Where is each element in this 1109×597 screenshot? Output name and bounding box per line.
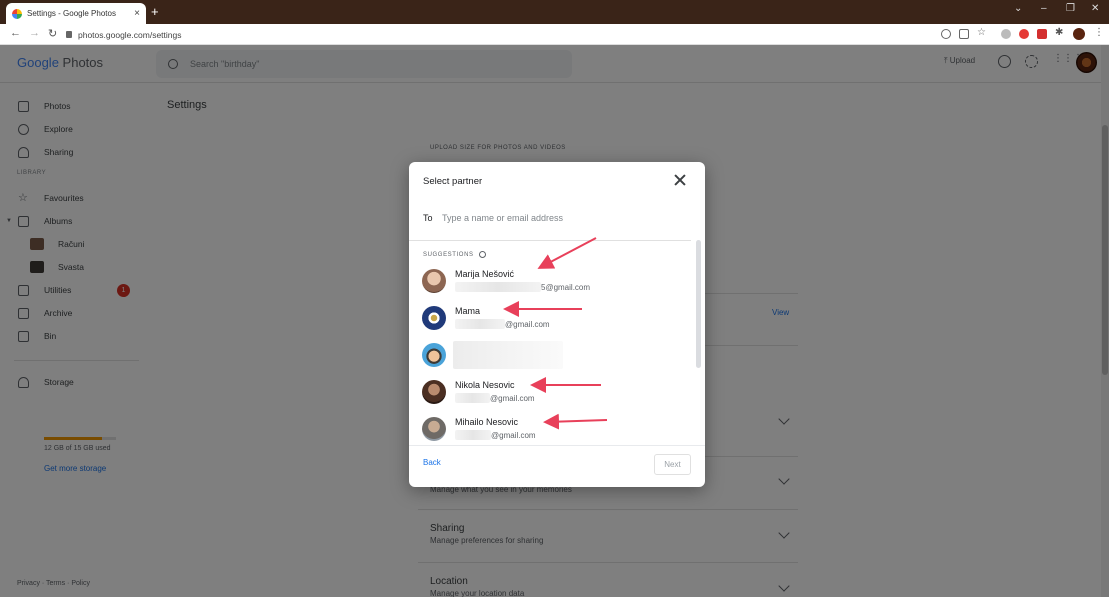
suggestion-email-suffix: @gmail.com	[490, 393, 535, 403]
dialog-footer-divider	[409, 445, 705, 446]
dialog-title: Select partner	[423, 176, 483, 187]
suggestion-item[interactable]: Nikola Nesovic @gmail.com	[409, 373, 691, 409]
google-lens-icon[interactable]	[941, 29, 951, 39]
suggestion-item[interactable]: Mama @gmail.com	[409, 299, 691, 335]
suggestions-header: SUGGESTIONS	[423, 251, 486, 258]
avatar	[422, 306, 446, 330]
back-arrow-icon[interactable]: ←	[10, 27, 21, 39]
url-field[interactable]: photos.google.com/settings	[66, 27, 181, 42]
share-icon[interactable]	[959, 29, 969, 39]
close-icon[interactable]	[673, 173, 687, 187]
address-bar: ← → ↻ photos.google.com/settings ☆ ✱ ⋮	[0, 24, 1109, 45]
profile-avatar-icon[interactable]	[1073, 28, 1085, 40]
suggestion-email: @gmail.com	[455, 319, 550, 329]
forward-arrow-icon[interactable]: →	[29, 27, 40, 39]
next-button[interactable]: Next	[654, 454, 691, 475]
extension-icon[interactable]	[1001, 29, 1011, 39]
browser-tab[interactable]: Settings - Google Photos ×	[6, 3, 146, 24]
suggestion-item[interactable]	[409, 336, 691, 372]
suggestion-email-suffix: @gmail.com	[505, 319, 550, 329]
suggestion-name: Nikola Nesovic	[455, 380, 515, 390]
suggestion-email: @gmail.com	[455, 393, 535, 403]
redacted-block	[455, 319, 505, 329]
avatar	[422, 269, 446, 293]
redacted-block	[455, 430, 491, 440]
suggestion-item[interactable]: Mihailo Nesovic @gmail.com	[409, 410, 691, 446]
suggestions-scrollbar[interactable]	[696, 240, 701, 368]
redacted-block	[455, 393, 490, 403]
close-window-button[interactable]: ✕	[1091, 3, 1099, 14]
pdf-extension-icon[interactable]	[1037, 29, 1047, 39]
back-button[interactable]: Back	[423, 458, 441, 467]
redacted-block	[453, 341, 563, 369]
recipient-input[interactable]	[442, 209, 682, 227]
google-photos-favicon-icon	[12, 8, 22, 19]
to-label: To	[423, 213, 433, 223]
suggestion-name: Mihailo Nesovic	[455, 417, 519, 427]
avatar	[422, 343, 446, 367]
input-divider	[409, 240, 691, 241]
avatar	[422, 380, 446, 404]
url-text: photos.google.com/settings	[78, 29, 182, 40]
suggestion-item[interactable]: Marija Nešović 5@gmail.com	[409, 262, 691, 298]
suggestion-email-suffix: 5@gmail.com	[541, 282, 591, 292]
adblock-icon[interactable]	[1019, 29, 1029, 39]
suggestion-name: Marija Nešović	[455, 269, 515, 279]
tab-title: Settings - Google Photos	[27, 9, 116, 18]
tab-close-icon[interactable]: ×	[134, 8, 140, 19]
suggestion-email: @gmail.com	[455, 430, 536, 440]
lock-icon	[66, 31, 72, 38]
suggestion-name: Mama	[455, 306, 481, 316]
select-partner-dialog: Select partner To SUGGESTIONS Marija Neš…	[409, 162, 705, 487]
minimize-button[interactable]: –	[1041, 3, 1047, 14]
suggestions-label: SUGGESTIONS	[423, 251, 474, 258]
avatar	[422, 417, 446, 441]
redacted-block	[455, 282, 541, 292]
reload-icon[interactable]: ↻	[48, 27, 57, 40]
browser-tab-bar: Settings - Google Photos × + ⌄ – ❐ ✕	[0, 0, 1109, 24]
browser-menu-icon[interactable]: ⋮	[1094, 27, 1104, 38]
extensions-puzzle-icon[interactable]: ✱	[1055, 27, 1065, 38]
suggestion-email: 5@gmail.com	[455, 282, 590, 292]
bookmark-star-icon[interactable]: ☆	[977, 27, 987, 38]
restore-button[interactable]: ❐	[1066, 3, 1075, 14]
info-icon[interactable]	[478, 251, 486, 258]
tab-search-icon[interactable]: ⌄	[1014, 3, 1022, 14]
new-tab-button[interactable]: +	[151, 4, 159, 19]
suggestion-email-suffix: @gmail.com	[491, 430, 536, 440]
